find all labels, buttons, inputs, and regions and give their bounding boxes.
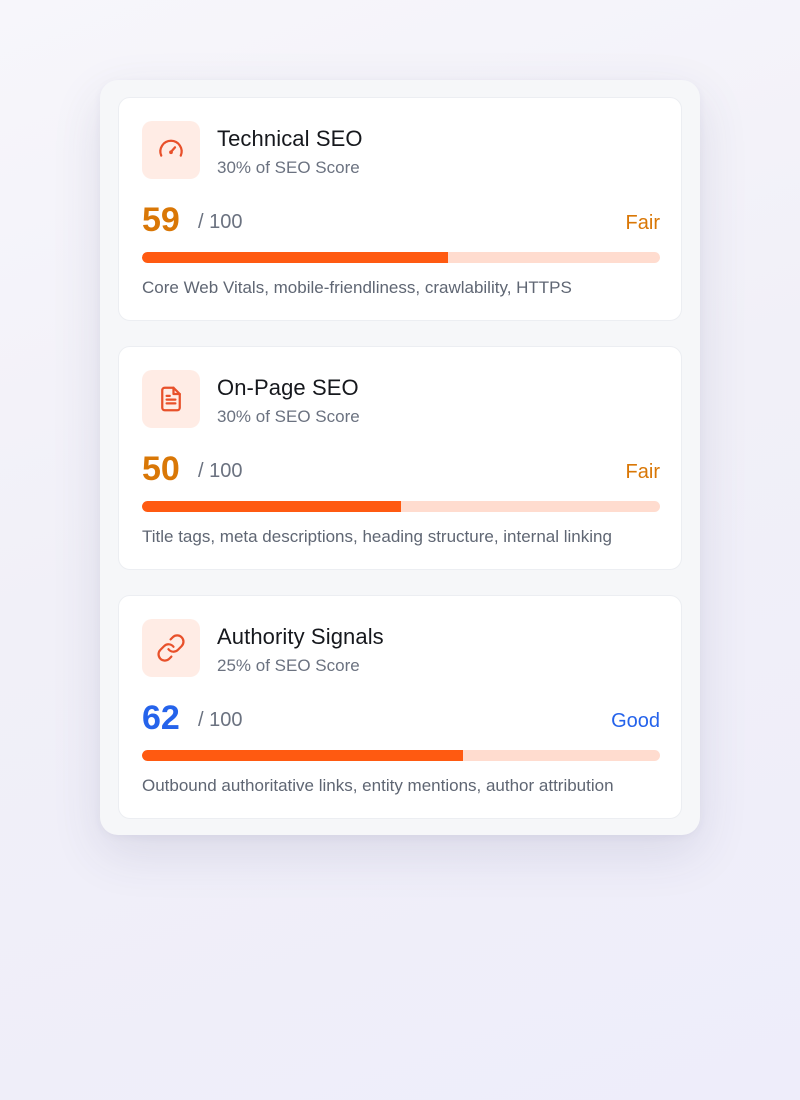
- card-title: Technical SEO: [217, 126, 363, 151]
- score-progress-fill: [142, 750, 464, 761]
- score-card-on-page-seo: On-Page SEO 30% of SEO Score 50 / 100 Fa…: [118, 346, 682, 570]
- score-value: 50: [142, 450, 180, 488]
- score-rating: Good: [611, 710, 660, 732]
- speedometer-icon: [142, 121, 200, 179]
- link-icon: [142, 619, 200, 677]
- score-row: 50 / 100 Fair: [142, 447, 660, 491]
- score-max: / 100: [198, 211, 243, 233]
- score-row: 59 / 100 Fair: [142, 198, 660, 242]
- score-progress-fill: [142, 501, 401, 512]
- document-icon: [142, 370, 200, 428]
- card-title: Authority Signals: [217, 624, 384, 649]
- card-title: On-Page SEO: [217, 375, 359, 400]
- card-description: Core Web Vitals, mobile-friendliness, cr…: [142, 278, 572, 297]
- score-progress-bar: [142, 501, 660, 512]
- card-description: Title tags, meta descriptions, heading s…: [142, 527, 612, 546]
- score-value: 62: [142, 699, 180, 737]
- card-weight: 30% of SEO Score: [217, 158, 360, 177]
- card-weight: 25% of SEO Score: [217, 656, 360, 675]
- score-max: / 100: [198, 460, 243, 482]
- score-value: 59: [142, 201, 180, 239]
- score-progress-bar: [142, 750, 660, 761]
- card-description: Outbound authoritative links, entity men…: [142, 776, 614, 795]
- score-card-technical-seo: Technical SEO 30% of SEO Score 59 / 100 …: [118, 97, 682, 321]
- score-row: 62 / 100 Good: [142, 696, 660, 740]
- card-weight: 30% of SEO Score: [217, 407, 360, 426]
- score-rating: Fair: [625, 461, 660, 483]
- seo-score-panel: Technical SEO 30% of SEO Score 59 / 100 …: [100, 80, 700, 835]
- score-rating: Fair: [625, 212, 660, 234]
- score-progress-bar: [142, 252, 660, 263]
- score-card-authority-signals: Authority Signals 25% of SEO Score 62 / …: [118, 595, 682, 819]
- score-progress-fill: [142, 252, 448, 263]
- score-max: / 100: [198, 709, 243, 731]
